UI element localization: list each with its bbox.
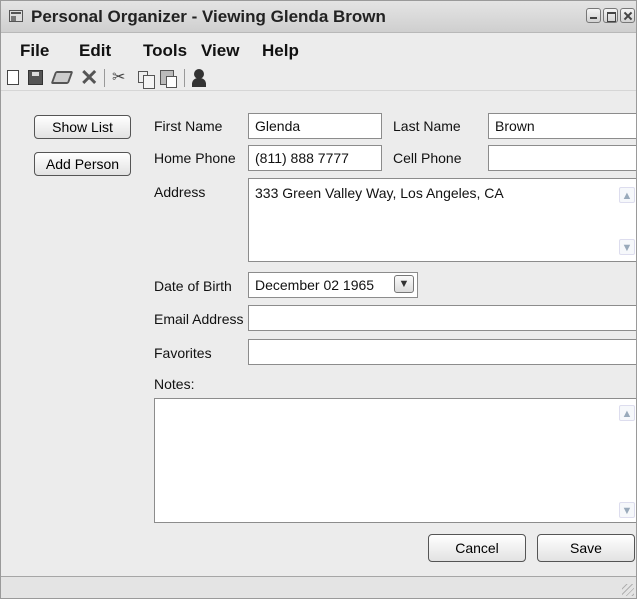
- address-field[interactable]: 333 Green Valley Way, Los Angeles, CA ▲ …: [248, 178, 636, 262]
- print-icon[interactable]: [50, 71, 74, 84]
- copy-icon[interactable]: [138, 71, 155, 89]
- close-button[interactable]: [620, 8, 635, 23]
- email-field[interactable]: [248, 305, 636, 331]
- menu-edit[interactable]: Edit: [79, 41, 111, 61]
- scroll-down-icon[interactable]: ▼: [619, 239, 635, 255]
- email-label: Email Address: [154, 311, 244, 327]
- favorites-field[interactable]: [248, 339, 636, 365]
- minimize-button[interactable]: [586, 8, 601, 23]
- scroll-up-icon[interactable]: ▲: [619, 187, 635, 203]
- dob-value: December 02 1965: [255, 277, 375, 293]
- cell-phone-label: Cell Phone: [393, 150, 462, 166]
- app-icon: [9, 10, 23, 22]
- maximize-button[interactable]: [603, 8, 618, 23]
- first-name-field[interactable]: Glenda: [248, 113, 382, 139]
- new-document-icon[interactable]: [7, 70, 19, 85]
- toolbar: ✕ ✂: [1, 65, 636, 91]
- scroll-down-icon[interactable]: ▼: [619, 502, 635, 518]
- address-label: Address: [154, 184, 206, 200]
- cell-phone-field[interactable]: [488, 145, 636, 171]
- chevron-down-icon[interactable]: ▼: [394, 275, 414, 293]
- menu-view[interactable]: View: [201, 41, 239, 61]
- toolbar-separator: [104, 69, 105, 87]
- last-name-field[interactable]: Brown: [488, 113, 636, 139]
- notes-label: Notes:: [154, 376, 195, 392]
- menu-tools[interactable]: Tools: [143, 41, 187, 61]
- delete-icon[interactable]: ✕: [80, 67, 98, 89]
- notes-field[interactable]: ▲ ▼: [154, 398, 636, 523]
- favorites-label: Favorites: [154, 345, 212, 361]
- last-name-label: Last Name: [393, 118, 461, 134]
- save-icon[interactable]: [28, 70, 43, 85]
- show-list-button[interactable]: Show List: [34, 115, 131, 139]
- menu-help[interactable]: Help: [262, 41, 299, 61]
- toolbar-separator: [184, 69, 185, 87]
- window-title: Personal Organizer - Viewing Glenda Brow…: [31, 7, 386, 26]
- person-icon[interactable]: [191, 69, 207, 87]
- home-phone-field[interactable]: (811) 888 7777: [248, 145, 382, 171]
- address-value: 333 Green Valley Way, Los Angeles, CA: [255, 185, 504, 201]
- resize-grip-icon[interactable]: [622, 584, 634, 596]
- status-bar: [1, 576, 636, 598]
- dob-picker[interactable]: December 02 1965 ▼: [248, 272, 418, 298]
- save-button[interactable]: Save: [537, 534, 635, 562]
- main-window: Personal Organizer - Viewing Glenda Brow…: [0, 0, 637, 599]
- add-person-button[interactable]: Add Person: [34, 152, 131, 176]
- home-phone-label: Home Phone: [154, 150, 236, 166]
- paste-icon[interactable]: [160, 70, 177, 88]
- cut-icon[interactable]: ✂: [112, 69, 130, 87]
- menu-bar: File Edit Tools View Help: [1, 34, 636, 64]
- title-bar[interactable]: Personal Organizer - Viewing Glenda Brow…: [1, 1, 636, 33]
- menu-file[interactable]: File: [20, 41, 49, 61]
- dob-label: Date of Birth: [154, 278, 232, 294]
- scroll-up-icon[interactable]: ▲: [619, 405, 635, 421]
- cancel-button[interactable]: Cancel: [428, 534, 526, 562]
- first-name-label: First Name: [154, 118, 223, 134]
